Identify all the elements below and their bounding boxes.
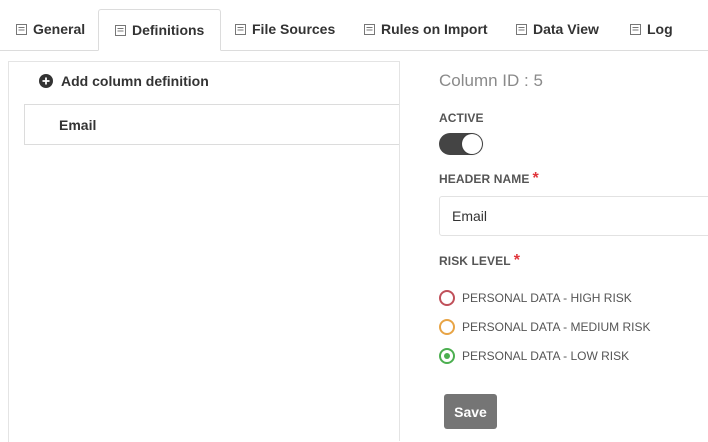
tab-label: File Sources	[252, 21, 336, 37]
tab-label: Log	[647, 21, 673, 37]
tab-file-sources[interactable]: File Sources	[235, 9, 335, 49]
save-button[interactable]: Save	[444, 394, 497, 429]
risk-option-high[interactable]: PERSONAL DATA - HIGH RISK	[439, 290, 632, 306]
form-icon	[364, 23, 375, 35]
required-asterisk: *	[532, 170, 539, 187]
add-column-label: Add column definition	[61, 73, 209, 89]
risk-option-low[interactable]: PERSONAL DATA - LOW RISK	[439, 348, 629, 364]
radio-unchecked-icon[interactable]	[439, 319, 455, 335]
tab-label: Definitions	[132, 22, 205, 38]
risk-option-label: PERSONAL DATA - LOW RISK	[462, 349, 630, 363]
header-name-label-text: HEADER NAME	[439, 172, 530, 186]
radio-dot	[444, 353, 450, 359]
form-icon	[630, 23, 641, 35]
tab-label: General	[33, 21, 86, 37]
active-label: ACTIVE	[439, 111, 484, 125]
tab-definitions[interactable]: Definitions	[98, 9, 222, 51]
risk-level-label-text: RISK LEVEL	[439, 254, 511, 268]
column-id-title: Column ID : 5	[439, 71, 543, 90]
toggle-knob	[462, 134, 482, 154]
risk-option-medium[interactable]: PERSONAL DATA - MEDIUM RISK	[439, 319, 650, 335]
tab-log[interactable]: Log	[630, 9, 673, 49]
tab-label: Data View	[533, 21, 599, 37]
form-icon	[235, 23, 246, 35]
panel-divider	[399, 61, 400, 441]
form-icon	[16, 23, 27, 35]
plus-circle-icon	[39, 74, 53, 88]
form-icon	[516, 23, 527, 35]
risk-option-label: PERSONAL DATA - MEDIUM RISK	[462, 320, 651, 334]
tab-general[interactable]: General	[16, 9, 85, 49]
required-asterisk: *	[513, 252, 521, 269]
column-item-label: Email	[59, 116, 97, 133]
column-list-item[interactable]: Email	[24, 104, 400, 145]
column-definitions-panel: Add column definition Email	[8, 61, 400, 442]
form-icon	[115, 24, 126, 36]
header-name-input[interactable]	[439, 196, 708, 236]
radio-unchecked-icon[interactable]	[439, 290, 455, 306]
risk-level-label: RISK LEVEL *	[439, 252, 520, 270]
tab-rules-on-import[interactable]: Rules on Import	[364, 9, 488, 49]
active-toggle[interactable]	[439, 133, 483, 155]
header-name-label: HEADER NAME *	[439, 170, 539, 188]
risk-option-label: PERSONAL DATA - HIGH RISK	[462, 291, 632, 305]
tab-bar: General Definitions File Sources Rules o…	[0, 0, 708, 51]
tab-data-view[interactable]: Data View	[516, 9, 599, 49]
tab-label: Rules on Import	[381, 21, 488, 37]
radio-checked-icon[interactable]	[439, 348, 455, 364]
add-column-definition-button[interactable]: Add column definition	[39, 73, 209, 89]
